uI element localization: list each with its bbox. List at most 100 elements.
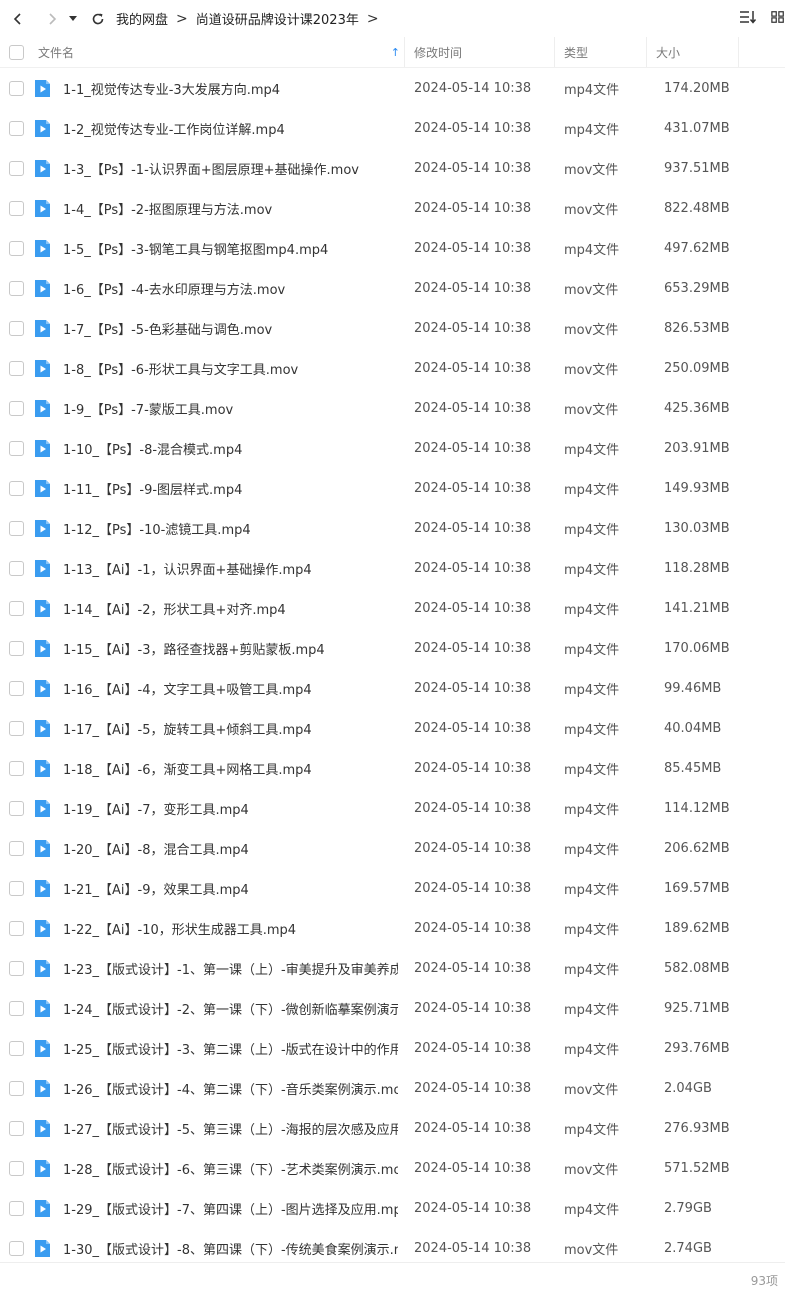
- file-checkbox[interactable]: [9, 121, 24, 136]
- file-name[interactable]: 1-19_【Ai】-7，变形工具.mp4: [63, 799, 398, 818]
- file-row[interactable]: 1-13_【Ai】-1，认识界面+基础操作.mp4 2024-05-14 10:3…: [0, 548, 785, 588]
- file-name[interactable]: 1-16_【Ai】-4，文字工具+吸管工具.mp4: [63, 679, 398, 698]
- file-row[interactable]: 1-4_【Ps】-2-抠图原理与方法.mov 2024-05-14 10:38 mo…: [0, 188, 785, 228]
- file-name[interactable]: 1-27_【版式设计】-5、第三课（上）-海报的层次感及应用....: [63, 1119, 398, 1138]
- file-checkbox[interactable]: [9, 281, 24, 296]
- history-dropdown-button[interactable]: [66, 7, 80, 31]
- file-checkbox[interactable]: [9, 561, 24, 576]
- file-name[interactable]: 1-8_【Ps】-6-形状工具与文字工具.mov: [63, 359, 398, 378]
- file-name[interactable]: 1-6_【Ps】-4-去水印原理与方法.mov: [63, 279, 398, 298]
- file-name[interactable]: 1-3_【Ps】-1-认识界面+图层原理+基础操作.mov: [63, 159, 398, 178]
- file-name[interactable]: 1-29_【版式设计】-7、第四课（上）-图片选择及应用.mp4: [63, 1199, 398, 1218]
- file-checkbox[interactable]: [9, 81, 24, 96]
- file-checkbox[interactable]: [9, 161, 24, 176]
- file-row[interactable]: 1-10_【Ps】-8-混合模式.mp4 2024-05-14 10:38 mp4文…: [0, 428, 785, 468]
- file-name[interactable]: 1-28_【版式设计】-6、第三课（下）-艺术类案例演示.mov: [63, 1159, 398, 1178]
- file-row[interactable]: 1-11_【Ps】-9-图层样式.mp4 2024-05-14 10:38 mp4文…: [0, 468, 785, 508]
- file-row[interactable]: 1-16_【Ai】-4，文字工具+吸管工具.mp4 2024-05-14 10:3…: [0, 668, 785, 708]
- file-checkbox[interactable]: [9, 321, 24, 336]
- file-name[interactable]: 1-17_【Ai】-5，旋转工具+倾斜工具.mp4: [63, 719, 398, 738]
- file-name[interactable]: 1-21_【Ai】-9，效果工具.mp4: [63, 879, 398, 898]
- file-row[interactable]: 1-21_【Ai】-9，效果工具.mp4 2024-05-14 10:38 mp4文…: [0, 868, 785, 908]
- file-checkbox[interactable]: [9, 961, 24, 976]
- file-name[interactable]: 1-25_【版式设计】-3、第二课（上）-版式在设计中的作用....: [63, 1039, 398, 1058]
- file-checkbox[interactable]: [9, 1121, 24, 1136]
- file-row[interactable]: 1-22_【Ai】-10，形状生成器工具.mp4 2024-05-14 10:38…: [0, 908, 785, 948]
- file-row[interactable]: 1-1_视觉传达专业-3大发展方向.mp4 2024-05-14 10:38 mp4…: [0, 68, 785, 108]
- file-row[interactable]: 1-17_【Ai】-5，旋转工具+倾斜工具.mp4 2024-05-14 10:3…: [0, 708, 785, 748]
- file-checkbox[interactable]: [9, 761, 24, 776]
- file-row[interactable]: 1-12_【Ps】-10-滤镜工具.mp4 2024-05-14 10:38 mp4…: [0, 508, 785, 548]
- file-row[interactable]: 1-28_【版式设计】-6、第三课（下）-艺术类案例演示.mov 2024-05-…: [0, 1148, 785, 1188]
- file-row[interactable]: 1-24_【版式设计】-2、第一课（下）-微创新临摹案例演示.... 2024-0…: [0, 988, 785, 1028]
- file-checkbox[interactable]: [9, 1241, 24, 1256]
- file-checkbox[interactable]: [9, 681, 24, 696]
- file-name[interactable]: 1-24_【版式设计】-2、第一课（下）-微创新临摹案例演示....: [63, 999, 398, 1018]
- file-name[interactable]: 1-30_【版式设计】-8、第四课（下）-传统美食案例演示.mov: [63, 1239, 398, 1258]
- file-row[interactable]: 1-8_【Ps】-6-形状工具与文字工具.mov 2024-05-14 10:38…: [0, 348, 785, 388]
- file-row[interactable]: 1-26_【版式设计】-4、第二课（下）-音乐类案例演示.mov 2024-05-…: [0, 1068, 785, 1108]
- file-name[interactable]: 1-7_【Ps】-5-色彩基础与调色.mov: [63, 319, 398, 338]
- file-checkbox[interactable]: [9, 441, 24, 456]
- file-name[interactable]: 1-5_【Ps】-3-钢笔工具与钢笔抠图mp4.mp4: [63, 239, 398, 258]
- file-row[interactable]: 1-3_【Ps】-1-认识界面+图层原理+基础操作.mov 2024-05-14 …: [0, 148, 785, 188]
- file-name[interactable]: 1-13_【Ai】-1，认识界面+基础操作.mp4: [63, 559, 398, 578]
- column-header-mtime[interactable]: 修改时间: [405, 37, 555, 67]
- sort-button[interactable]: [739, 6, 759, 28]
- file-checkbox[interactable]: [9, 521, 24, 536]
- file-name[interactable]: 1-1_视觉传达专业-3大发展方向.mp4: [63, 79, 398, 98]
- back-button[interactable]: [6, 7, 30, 31]
- file-row[interactable]: 1-23_【版式设计】-1、第一课（上）-审美提升及审美养成.... 2024-0…: [0, 948, 785, 988]
- file-row[interactable]: 1-19_【Ai】-7，变形工具.mp4 2024-05-14 10:38 mp4文…: [0, 788, 785, 828]
- file-row[interactable]: 1-2_视觉传达专业-工作岗位详解.mp4 2024-05-14 10:38 mp4…: [0, 108, 785, 148]
- file-checkbox[interactable]: [9, 1041, 24, 1056]
- breadcrumb-item-current[interactable]: 尚道设研品牌设计课2023年: [196, 9, 359, 28]
- file-name[interactable]: 1-15_【Ai】-3，路径查找器+剪贴蒙板.mp4: [63, 639, 398, 658]
- file-name[interactable]: 1-22_【Ai】-10，形状生成器工具.mp4: [63, 919, 398, 938]
- forward-button[interactable]: [40, 7, 64, 31]
- file-checkbox[interactable]: [9, 241, 24, 256]
- file-name[interactable]: 1-14_【Ai】-2，形状工具+对齐.mp4: [63, 599, 398, 618]
- file-name[interactable]: 1-26_【版式设计】-4、第二课（下）-音乐类案例演示.mov: [63, 1079, 398, 1098]
- column-header-type[interactable]: 类型: [555, 37, 647, 67]
- file-checkbox[interactable]: [9, 1201, 24, 1216]
- file-checkbox[interactable]: [9, 881, 24, 896]
- file-row[interactable]: 1-14_【Ai】-2，形状工具+对齐.mp4 2024-05-14 10:38 m…: [0, 588, 785, 628]
- file-checkbox[interactable]: [9, 201, 24, 216]
- breadcrumb-trailing-arrow[interactable]: >: [367, 11, 379, 27]
- file-row[interactable]: 1-9_【Ps】-7-蒙版工具.mov 2024-05-14 10:38 mov文件…: [0, 388, 785, 428]
- column-header-name[interactable]: 文件名 ↑: [0, 37, 405, 67]
- file-row[interactable]: 1-15_【Ai】-3，路径查找器+剪贴蒙板.mp4 2024-05-14 10:…: [0, 628, 785, 668]
- file-name[interactable]: 1-11_【Ps】-9-图层样式.mp4: [63, 479, 398, 498]
- file-name[interactable]: 1-10_【Ps】-8-混合模式.mp4: [63, 439, 398, 458]
- file-checkbox[interactable]: [9, 721, 24, 736]
- file-row[interactable]: 1-18_【Ai】-6，渐变工具+网格工具.mp4 2024-05-14 10:3…: [0, 748, 785, 788]
- select-all-checkbox[interactable]: [9, 45, 24, 60]
- file-row[interactable]: 1-29_【版式设计】-7、第四课（上）-图片选择及应用.mp4 2024-05-…: [0, 1188, 785, 1228]
- file-checkbox[interactable]: [9, 1161, 24, 1176]
- file-row[interactable]: 1-20_【Ai】-8，混合工具.mp4 2024-05-14 10:38 mp4文…: [0, 828, 785, 868]
- file-name[interactable]: 1-23_【版式设计】-1、第一课（上）-审美提升及审美养成....: [63, 959, 398, 978]
- file-checkbox[interactable]: [9, 921, 24, 936]
- file-name[interactable]: 1-4_【Ps】-2-抠图原理与方法.mov: [63, 199, 398, 218]
- file-checkbox[interactable]: [9, 641, 24, 656]
- refresh-button[interactable]: [86, 7, 110, 31]
- file-row[interactable]: 1-25_【版式设计】-3、第二课（上）-版式在设计中的作用.... 2024-0…: [0, 1028, 785, 1068]
- file-checkbox[interactable]: [9, 841, 24, 856]
- file-checkbox[interactable]: [9, 401, 24, 416]
- breadcrumb-item-root[interactable]: 我的网盘: [116, 9, 168, 28]
- file-checkbox[interactable]: [9, 1081, 24, 1096]
- file-row[interactable]: 1-27_【版式设计】-5、第三课（上）-海报的层次感及应用.... 2024-0…: [0, 1108, 785, 1148]
- file-name[interactable]: 1-18_【Ai】-6，渐变工具+网格工具.mp4: [63, 759, 398, 778]
- file-name[interactable]: 1-12_【Ps】-10-滤镜工具.mp4: [63, 519, 398, 538]
- file-name[interactable]: 1-2_视觉传达专业-工作岗位详解.mp4: [63, 119, 398, 138]
- file-name[interactable]: 1-20_【Ai】-8，混合工具.mp4: [63, 839, 398, 858]
- file-name[interactable]: 1-9_【Ps】-7-蒙版工具.mov: [63, 399, 398, 418]
- file-checkbox[interactable]: [9, 481, 24, 496]
- file-checkbox[interactable]: [9, 1001, 24, 1016]
- file-checkbox[interactable]: [9, 361, 24, 376]
- file-row[interactable]: 1-7_【Ps】-5-色彩基础与调色.mov 2024-05-14 10:38 mo…: [0, 308, 785, 348]
- column-header-size[interactable]: 大小: [647, 37, 739, 67]
- grid-view-button[interactable]: [771, 6, 785, 28]
- file-checkbox[interactable]: [9, 601, 24, 616]
